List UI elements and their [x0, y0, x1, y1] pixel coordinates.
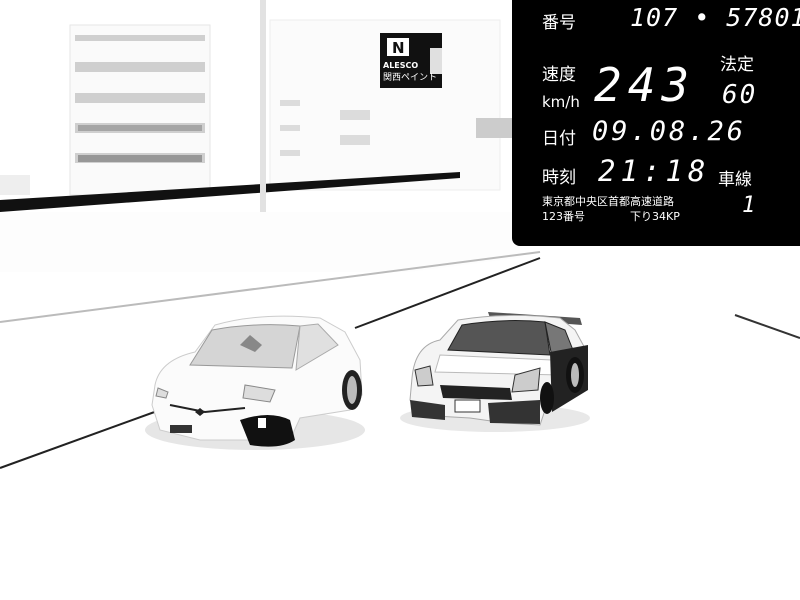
plate-label: 番号 — [542, 13, 576, 33]
location-line2: 123番号 — [542, 210, 585, 223]
date-value: 09.08.26 — [592, 116, 747, 147]
lane-label: 車線 — [718, 170, 752, 190]
time-value: 21:18 — [598, 154, 711, 188]
lane-value: 1 — [742, 193, 758, 218]
plate-number: 107 • 57801 — [630, 3, 800, 32]
sign-logo-letter: N — [392, 39, 405, 57]
speed-value: 243 — [594, 58, 696, 112]
location-line1: 東京都中央区首都高速道路 — [542, 195, 674, 208]
sign-caption: 関西ペイント — [383, 72, 437, 83]
billboard-sign: N ALESCO 関西ペイント — [380, 33, 442, 88]
legal-speed-value: 60 — [722, 80, 758, 110]
speed-unit: km/h — [542, 93, 580, 111]
sign-brand: ALESCO — [383, 61, 418, 70]
legal-speed-label: 法定 — [720, 55, 754, 75]
road — [0, 251, 800, 600]
speed-label: 速度 — [542, 65, 576, 85]
speed-camera-overlay: 番号 107 • 57801 速度 km/h 243 法定 60 日付 09.0… — [512, 0, 800, 246]
time-label: 時刻 — [542, 168, 576, 188]
date-label: 日付 — [542, 129, 576, 149]
direction-label: 下り34KP — [630, 210, 680, 223]
